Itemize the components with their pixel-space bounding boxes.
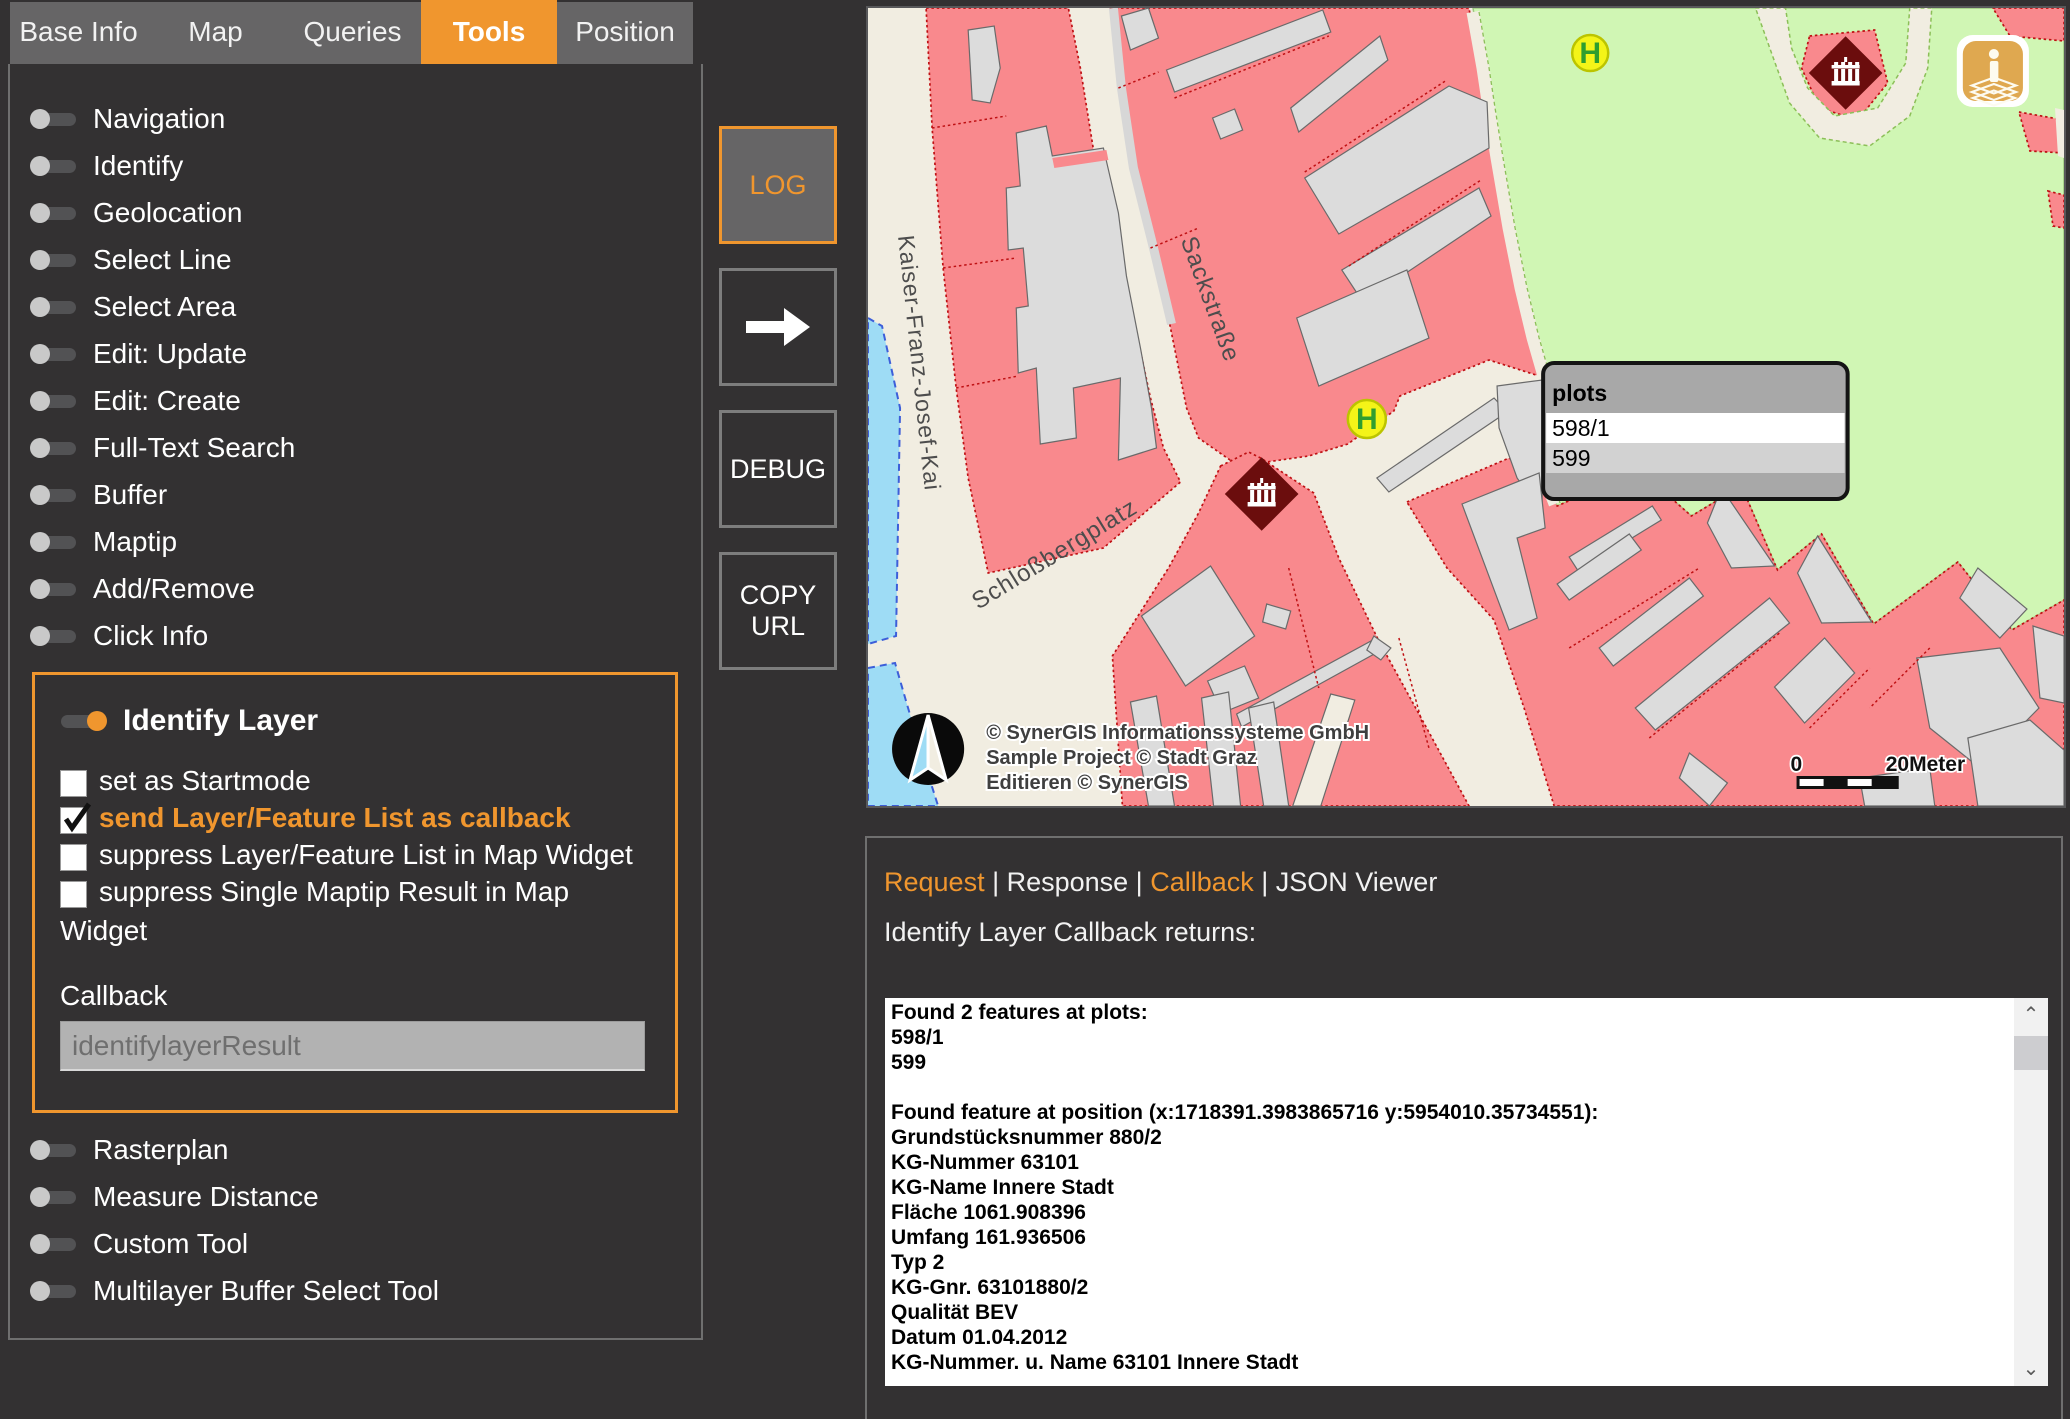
svg-text:plots: plots [1552, 380, 1607, 406]
svg-text:H: H [1356, 403, 1378, 436]
svg-text:© SynerGIS Informationssysteme: © SynerGIS Informationssysteme GmbH [986, 722, 1369, 744]
svg-text:0: 0 [1791, 753, 1803, 776]
svg-text:598/1: 598/1 [1552, 415, 1610, 441]
svg-text:Sample Project © Stadt Graz: Sample Project © Stadt Graz [986, 747, 1257, 769]
svg-text:20Meter: 20Meter [1886, 753, 1965, 776]
svg-text:599: 599 [1552, 445, 1590, 471]
svg-text:H: H [1579, 37, 1601, 70]
svg-text:Editieren © SynerGIS: Editieren © SynerGIS [986, 772, 1188, 794]
